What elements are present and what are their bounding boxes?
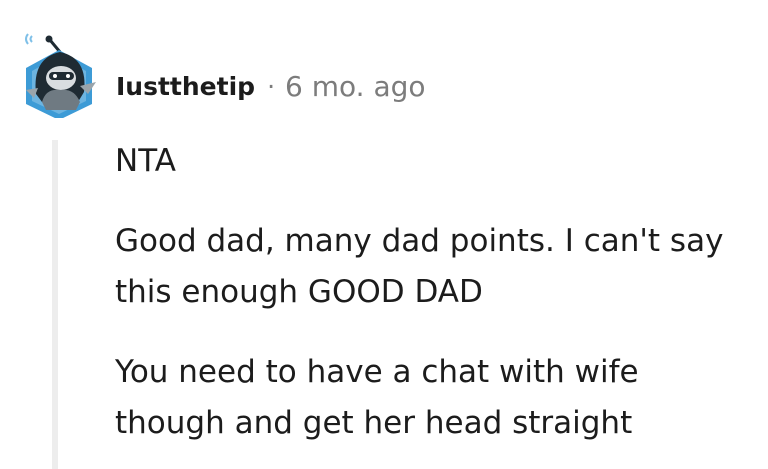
meta-separator: · <box>267 71 276 101</box>
comment-line: NTA <box>115 143 176 179</box>
comment-line: You need to have a chat with wife <box>115 354 639 390</box>
user-avatar-icon[interactable] <box>18 28 100 118</box>
comment-body: NTA Good dad, many dad points. I can't s… <box>115 136 765 449</box>
comment: Iustthetip · 6 mo. ago NTA Good dad, man… <box>0 0 768 469</box>
comment-line: though and get her head straight <box>115 405 633 441</box>
username-link[interactable]: Iustthetip <box>116 72 255 101</box>
comment-meta: Iustthetip · 6 mo. ago <box>116 66 426 106</box>
thread-collapse-line[interactable] <box>52 140 58 469</box>
comment-paragraph: NTA <box>115 136 765 187</box>
comment-line: this enough GOOD DAD <box>115 274 483 310</box>
comment-line: Good dad, many dad points. I can't say <box>115 223 724 259</box>
comment-paragraph: You need to have a chat with wife though… <box>115 347 765 449</box>
signal-wave-icon <box>25 33 29 45</box>
comment-paragraph: Good dad, many dad points. I can't say t… <box>115 216 765 318</box>
comment-timestamp[interactable]: 6 mo. ago <box>285 70 426 103</box>
